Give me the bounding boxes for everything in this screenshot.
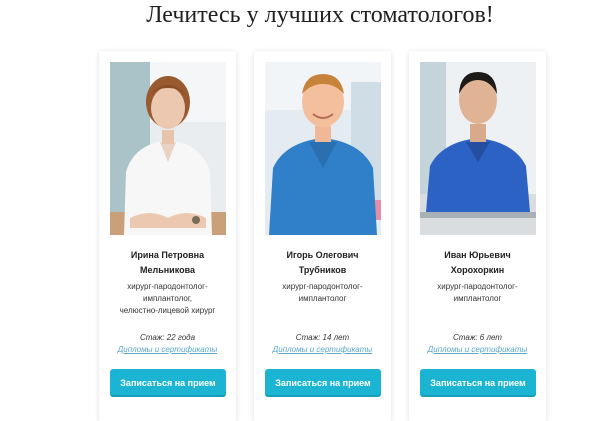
doctor-card: Игорь Олегович Трубников хирург-пародонт… [254,51,391,421]
doctor-experience: Стаж: 6 лет [453,333,502,342]
diplomas-link[interactable]: Дипломы и сертификаты [103,345,232,354]
doctor-photo [265,62,381,235]
specialty-line: хирург-пародонтолог- [437,282,518,291]
doctor-name-last: Хорохоркин [450,265,505,275]
section-title: Лечитесь у лучших стоматологов! [146,2,494,28]
specialty-line: имплантолог [298,294,347,303]
doctor-card: Иван Юрьевич Хорохоркин хирург-пародонто… [409,51,546,421]
doctor-specialty: хирург-пародонтолог- имплантолог, челюст… [103,281,232,317]
doctor-card: Ирина Петровна Мельникова хирург-пародон… [99,51,236,421]
book-appointment-button[interactable]: Записаться на прием [265,369,381,397]
doctor-name: Иван Юрьевич Хорохоркин [413,248,542,278]
doctor-photo [420,62,536,235]
doctor-specialty: хирург-пародонтолог- имплантолог [413,281,542,305]
doctor-name-first: Иван Юрьевич [444,250,511,260]
specialty-line: имплантолог, [142,294,193,303]
specialty-line: хирург-пародонтолог- [282,282,363,291]
specialty-line: хирург-пародонтолог- [127,282,208,291]
specialty-line: имплантолог [453,294,502,303]
doctor-name: Ирина Петровна Мельникова [103,248,232,278]
doctor-name-last: Трубников [298,265,347,275]
doctor-name-first: Игорь Олегович [286,250,359,260]
doctor-experience: Стаж: 14 лет [295,333,350,342]
diplomas-link[interactable]: Дипломы и сертификаты [258,345,387,354]
doctor-photo [110,62,226,235]
doctor-name-last: Мельникова [139,265,196,275]
book-appointment-button[interactable]: Записаться на прием [110,369,226,397]
doctor-name-first: Ирина Петровна [130,250,205,260]
book-appointment-button[interactable]: Записаться на прием [420,369,536,397]
doctor-experience: Стаж: 22 года [139,333,196,342]
doctor-specialty: хирург-пародонтолог- имплантолог [258,281,387,305]
specialty-line: челюстно-лицевой хирург [119,306,216,315]
diplomas-link[interactable]: Дипломы и сертификаты [413,345,542,354]
doctor-name: Игорь Олегович Трубников [258,248,387,278]
